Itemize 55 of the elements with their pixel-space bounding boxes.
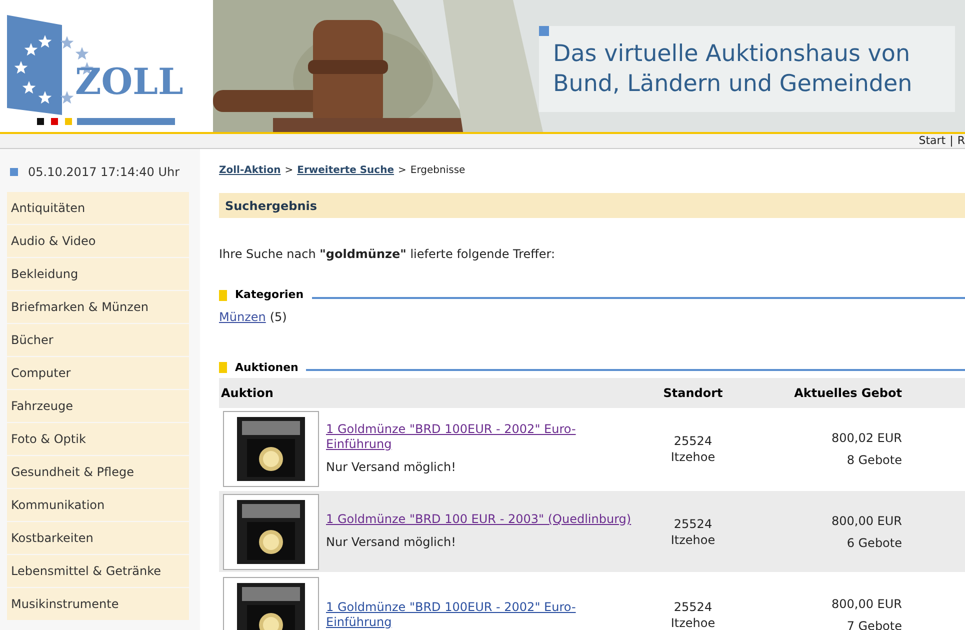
section-marker-icon (219, 290, 227, 301)
breadcrumb-separator: > (398, 164, 406, 178)
location-city: Itzehoe (670, 448, 716, 464)
sidebar-item[interactable]: Lebensmittel & Getränke (7, 555, 189, 587)
current-bid: 800,02 EUR (831, 430, 902, 446)
sidebar-item[interactable]: Musikinstrumente (7, 588, 189, 620)
location-zip: 25524 (674, 598, 712, 614)
top-bar-link[interactable]: Start (918, 134, 946, 148)
section-heading: Kategorien (235, 287, 304, 303)
breadcrumb-separator: > (284, 164, 294, 178)
sidebar-item[interactable]: Computer (7, 357, 189, 389)
current-bid: 800,00 EUR (831, 512, 902, 530)
top-bar-link[interactable]: R (957, 134, 965, 148)
breadcrumb-current: Ergebnisse (410, 164, 466, 178)
bid-count: 6 Gebote (846, 534, 902, 552)
current-bid: 800,00 EUR (831, 596, 902, 612)
sidebar-item[interactable]: Briefmarken & Münzen (7, 291, 189, 323)
bid-count: 7 Gebote (846, 618, 902, 630)
auction-link[interactable]: 1 Goldmünze "BRD 100EUR - 2002" Euro-Einführung (326, 600, 638, 630)
summary-text: Ihre Suche nach "goldmünze" lieferte folgende Treffer: (219, 246, 556, 263)
square-icon (539, 26, 549, 36)
auction-link[interactable]: 1 Goldmünze "BRD 100 EUR - 2003" (Quedlinburg) (326, 512, 638, 527)
shipping-note: Nur Versand möglich! (326, 534, 457, 551)
square-icon (10, 168, 18, 176)
column-header: Standort (662, 385, 724, 402)
location-city: Itzehoe (670, 532, 716, 548)
breadcrumb-link[interactable]: Zoll-Aktion (219, 163, 281, 178)
sidebar-item[interactable]: Antiquitäten (7, 192, 189, 224)
sidebar-item[interactable]: Bücher (7, 324, 189, 356)
top-bar-link[interactable]: | (950, 134, 954, 148)
sidebar-item[interactable]: Audio & Video (7, 225, 189, 257)
location-city: Itzehoe (670, 614, 716, 630)
sidebar-item[interactable]: Foto & Optik (7, 423, 189, 455)
column-header: Aktuelles Gebot (793, 385, 902, 402)
auction-link[interactable]: 1 Goldmünze "BRD 100EUR - 2002" Euro-Einführung (326, 422, 638, 452)
location-zip: 25524 (674, 516, 712, 532)
section-heading: Auktionen (235, 360, 298, 376)
sidebar-item[interactable]: Bekleidung (7, 258, 189, 290)
sidebar-item[interactable]: Kostbarkeiten (7, 522, 189, 554)
breadcrumb-link[interactable]: Erweiterte Suche (297, 163, 394, 178)
column-header: Auktion (220, 385, 274, 402)
title-bar: Suchergebnis (219, 193, 965, 218)
category-count: (5) (270, 308, 287, 326)
logo-text: ZOLL (75, 64, 184, 100)
tagline-text: Das virtuelle Auktionshaus von (553, 40, 912, 69)
tagline-text: Bund, Ländern und Gemeinden (553, 70, 914, 99)
bid-count: 8 Gebote (846, 452, 902, 468)
date-time: 05.10.2017 17:14:40 Uhr (28, 164, 180, 181)
shipping-note: Nur Versand möglich! (326, 458, 457, 476)
category-link[interactable]: Münzen (219, 308, 266, 326)
section-marker-icon (219, 362, 227, 374)
sidebar-item[interactable]: Kommunikation (7, 489, 189, 521)
sidebar-item[interactable]: Gesundheit & Pflege (7, 456, 189, 488)
sidebar-item[interactable]: Fahrzeuge (7, 390, 189, 422)
location-zip: 25524 (674, 432, 712, 448)
